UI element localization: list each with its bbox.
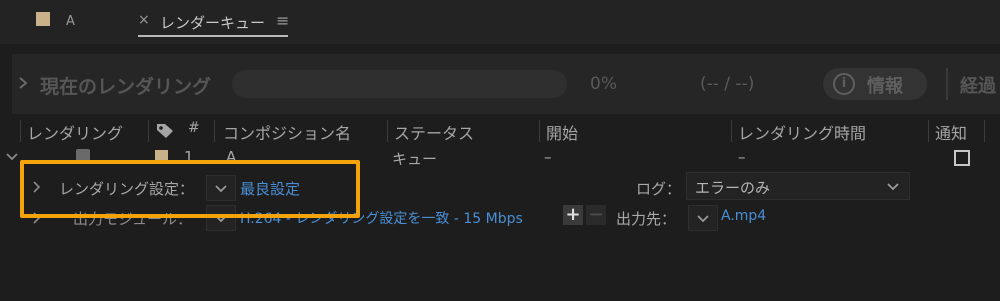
output-dest-label: 出力先： — [616, 210, 677, 228]
output-dest-link[interactable]: A.mp4 — [721, 208, 766, 224]
header-render-time[interactable]: レンダリング時間 — [738, 120, 866, 144]
log-dropdown[interactable]: エラーのみ — [686, 172, 910, 200]
start-time: – — [544, 148, 552, 166]
highlight-annotation-box — [20, 160, 360, 218]
remove-output-module-button[interactable]: − — [586, 205, 606, 225]
header-separator — [214, 120, 215, 142]
header-number[interactable]: # — [188, 120, 200, 136]
elapsed-label: 経過 — [960, 76, 996, 97]
panel-tab-bar: A × レンダーキュー ≡ — [0, 0, 1000, 44]
chevron-down-icon — [697, 215, 709, 223]
header-start[interactable]: 開始 — [546, 120, 578, 144]
header-separator — [731, 120, 732, 142]
column-header-row: レンダリング # コンポジション名 ステータス 開始 レンダリング時間 通知 — [0, 118, 1000, 144]
notify-checkbox[interactable] — [954, 150, 970, 166]
header-separator — [20, 120, 21, 142]
header-separator — [387, 120, 388, 142]
label-tag-icon[interactable] — [156, 123, 174, 139]
status-divider — [946, 68, 948, 100]
header-notify[interactable]: 通知 — [935, 120, 967, 144]
log-value: エラーのみ — [695, 179, 771, 197]
header-separator — [148, 120, 149, 142]
comp-color-swatch — [36, 12, 50, 26]
tab-comp-a[interactable]: A — [66, 14, 75, 29]
item-status: キュー — [392, 150, 438, 168]
info-button[interactable]: i 情報 — [823, 68, 927, 100]
chevron-right-icon[interactable] — [18, 76, 28, 90]
render-time-remaining: (-- / --) — [700, 74, 755, 94]
add-output-module-button[interactable]: + — [563, 205, 583, 225]
header-render[interactable]: レンダリング — [27, 120, 123, 144]
chevron-down-icon[interactable] — [6, 153, 18, 161]
log-label: ログ： — [636, 180, 682, 198]
output-dest-dropdown[interactable] — [688, 205, 718, 231]
header-status[interactable]: ステータス — [394, 120, 474, 144]
header-separator — [984, 120, 985, 142]
chevron-down-icon — [887, 183, 899, 191]
panel-menu-icon[interactable]: ≡ — [276, 11, 289, 30]
active-tab-indicator — [138, 35, 288, 37]
header-separator — [539, 120, 540, 142]
render-time: – — [738, 148, 746, 166]
tab-render-queue[interactable]: レンダーキュー — [160, 12, 265, 33]
current-render-title: 現在のレンダリング — [40, 76, 212, 98]
header-separator — [928, 120, 929, 142]
close-icon[interactable]: × — [138, 12, 150, 28]
info-icon: i — [833, 73, 855, 95]
info-label: 情報 — [867, 76, 903, 97]
render-percent: 0% — [590, 74, 617, 94]
render-progress-bar — [232, 70, 567, 98]
header-comp-name[interactable]: コンポジション名 — [223, 120, 351, 144]
